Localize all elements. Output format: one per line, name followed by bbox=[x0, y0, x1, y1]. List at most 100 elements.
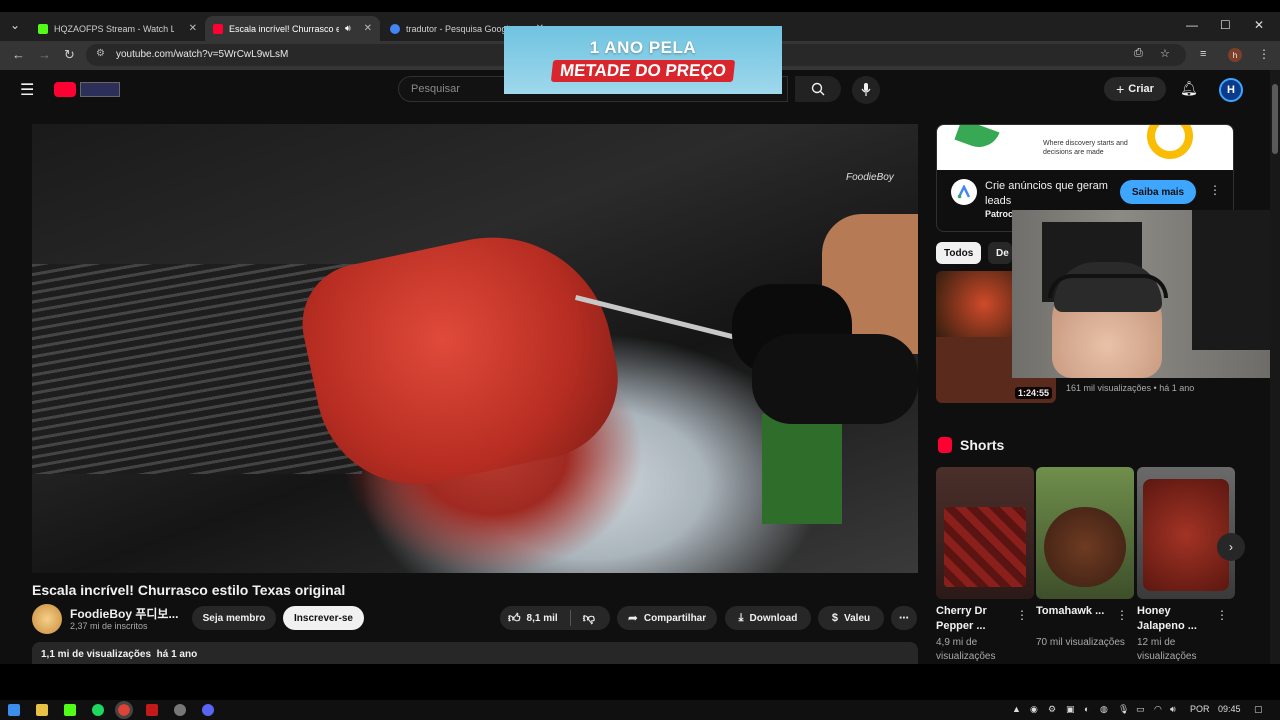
scrollbar-thumb[interactable] bbox=[1272, 84, 1278, 154]
short-thumbnail[interactable] bbox=[1137, 467, 1235, 599]
discord-icon[interactable] bbox=[202, 704, 214, 716]
short-views: 12 mi de visualizações bbox=[1137, 637, 1197, 662]
forward-icon[interactable]: → bbox=[38, 47, 51, 62]
close-window-icon[interactable]: ✕ bbox=[1254, 18, 1264, 32]
chip-label: Todos bbox=[944, 247, 974, 259]
join-button[interactable]: Seja membro bbox=[192, 606, 276, 630]
description-box[interactable]: 1,1 mi de visualizações há 1 ano bbox=[32, 642, 918, 664]
shorts-next-button[interactable]: › bbox=[1217, 533, 1245, 561]
desktop-bottom-strip bbox=[0, 664, 1280, 700]
media-control-icon[interactable]: ≡ bbox=[1200, 48, 1206, 60]
search-icon bbox=[811, 82, 825, 96]
short-title[interactable]: Cherry Dr Pepper ... bbox=[936, 604, 1016, 634]
tray-app-icon[interactable]: ▣ bbox=[1066, 704, 1075, 715]
short-title[interactable]: Tomahawk ... bbox=[1036, 604, 1116, 619]
video-player[interactable]: FoodieBoy bbox=[32, 124, 918, 573]
chevron-right-icon: › bbox=[1229, 540, 1233, 554]
youtube-logo-icon[interactable] bbox=[54, 82, 76, 97]
minimize-icon[interactable]: — bbox=[1186, 18, 1198, 32]
share-button[interactable]: ➦ Compartilhar bbox=[617, 606, 717, 630]
site-info-icon[interactable]: ⚙ bbox=[96, 48, 105, 59]
clock-time[interactable]: 09:45 bbox=[1218, 704, 1241, 714]
tab-kick-stream[interactable]: HQZAOFPS Stream - Watch Live ✕ bbox=[30, 16, 205, 41]
ad-banner-text: Where discovery starts and decisions are… bbox=[1043, 140, 1128, 156]
tray-discord-icon[interactable]: ◉ bbox=[1030, 704, 1038, 715]
webcam-flag-shape bbox=[1192, 210, 1280, 350]
download-button[interactable]: ⤓ Download bbox=[725, 606, 811, 630]
plus-icon: + bbox=[1116, 81, 1125, 97]
divider bbox=[569, 610, 571, 626]
chip-from-channel[interactable]: De bbox=[988, 242, 1012, 264]
tab-close-icon[interactable]: ✕ bbox=[364, 23, 372, 34]
views-and-date: 1,1 mi de visualizações há 1 ano bbox=[41, 649, 198, 660]
promo-line-2: METADE DO PREÇO bbox=[550, 60, 736, 82]
short-menu-icon[interactable]: ⋮ bbox=[1016, 608, 1028, 622]
notifications-bell-icon[interactable]: 🔔︎ bbox=[1180, 80, 1198, 97]
app-clock-icon[interactable] bbox=[174, 704, 186, 716]
tray-mic-icon[interactable]: 🎙︎ bbox=[1118, 704, 1129, 715]
short-menu-icon[interactable]: ⋮ bbox=[1216, 608, 1228, 622]
download-icon: ⤓ bbox=[738, 611, 744, 624]
account-avatar[interactable]: H bbox=[1219, 78, 1243, 102]
background-green-image bbox=[762, 414, 842, 524]
ad-menu-icon[interactable]: ⋮ bbox=[1209, 183, 1221, 197]
bookmark-star-icon[interactable]: ☆ bbox=[1160, 47, 1170, 60]
back-icon[interactable]: ← bbox=[12, 47, 25, 62]
notification-center-icon[interactable]: ▢ bbox=[1254, 704, 1263, 715]
maximize-icon[interactable]: ☐ bbox=[1220, 18, 1231, 32]
tab-title: HQZAOFPS Stream - Watch Live bbox=[54, 23, 174, 34]
page-scrollbar[interactable] bbox=[1270, 70, 1280, 664]
chip-all[interactable]: Todos bbox=[936, 242, 982, 264]
video-title: Escala incrível! Churrasco estilo Texas … bbox=[32, 582, 346, 598]
kick-app-icon[interactable] bbox=[64, 704, 76, 716]
install-app-icon[interactable]: ⎙ bbox=[1134, 47, 1143, 60]
channel-avatar[interactable] bbox=[32, 604, 62, 634]
ad-cta-button[interactable]: Saiba mais bbox=[1120, 180, 1196, 204]
tab-search-icon[interactable]: ⌄ bbox=[10, 18, 20, 32]
reload-icon[interactable]: ↻ bbox=[64, 47, 75, 63]
microphone-icon bbox=[861, 83, 871, 96]
short-title[interactable]: Honey Jalapeno ... bbox=[1137, 604, 1217, 634]
profile-avatar-icon[interactable]: h bbox=[1228, 48, 1242, 62]
tray-volume-icon[interactable]: 🔊︎ bbox=[1170, 704, 1176, 715]
ad-sponsored-label: Patroc bbox=[985, 209, 1014, 219]
file-explorer-icon[interactable] bbox=[36, 704, 48, 716]
audio-playing-icon[interactable]: 🔊︎ bbox=[345, 23, 351, 34]
channel-watermark[interactable]: FoodieBoy bbox=[846, 172, 894, 183]
short-menu-icon[interactable]: ⋮ bbox=[1116, 608, 1128, 622]
shorts-section-title: Shorts bbox=[960, 437, 1005, 453]
tray-wifi-icon[interactable]: ◠ bbox=[1154, 704, 1162, 715]
tray-monitor-icon[interactable]: ▭ bbox=[1136, 704, 1145, 715]
thumbs-down-icon[interactable]: 👎︎ bbox=[583, 611, 595, 626]
tray-shield-icon[interactable]: ◍ bbox=[1100, 704, 1108, 715]
subscribe-button[interactable]: Inscrever-se bbox=[283, 606, 364, 630]
short-thumbnail[interactable] bbox=[1036, 467, 1134, 599]
tray-steam-icon[interactable]: ⚙ bbox=[1048, 704, 1056, 715]
video-duration: 1:24:55 bbox=[1014, 387, 1052, 399]
app-news-icon[interactable] bbox=[146, 704, 158, 716]
youtube-doodle-logo[interactable] bbox=[80, 82, 120, 97]
start-windows-icon[interactable] bbox=[8, 704, 20, 716]
more-actions-button[interactable]: ⋯ bbox=[891, 606, 917, 630]
tab-youtube-video[interactable]: Escala incrível! Churrasco e 🔊︎ ✕ bbox=[205, 16, 380, 41]
chrome-icon[interactable] bbox=[115, 701, 133, 719]
voice-search-button[interactable] bbox=[852, 76, 880, 104]
tray-nvidia-icon[interactable]: ▲ bbox=[1012, 704, 1021, 714]
more-horizontal-icon: ⋯ bbox=[899, 612, 909, 624]
tray-network-icon[interactable]: ◐ bbox=[1084, 704, 1089, 714]
search-button[interactable] bbox=[795, 76, 841, 102]
tab-close-icon[interactable]: ✕ bbox=[189, 23, 197, 34]
url-text[interactable]: youtube.com/watch?v=5WrCwL9wLsM bbox=[116, 49, 288, 60]
thanks-button[interactable]: $ Valeu bbox=[818, 606, 884, 630]
channel-name[interactable]: FoodieBoy 푸디보... bbox=[70, 605, 178, 622]
short-thumbnail[interactable] bbox=[936, 467, 1034, 599]
like-button[interactable]: 👍︎ 8,1 mil bbox=[508, 611, 558, 626]
spotify-icon[interactable] bbox=[92, 704, 104, 716]
join-label: Seja membro bbox=[202, 612, 266, 624]
input-language[interactable]: POR bbox=[1190, 704, 1210, 714]
ad-banner-image: Where discovery starts and decisions are… bbox=[937, 125, 1233, 170]
create-button[interactable]: + Criar bbox=[1104, 77, 1166, 101]
chrome-menu-icon[interactable]: ⋮ bbox=[1258, 47, 1270, 61]
streamer-webcam-overlay bbox=[1012, 210, 1280, 378]
hamburger-menu-icon[interactable]: ☰ bbox=[20, 80, 34, 100]
